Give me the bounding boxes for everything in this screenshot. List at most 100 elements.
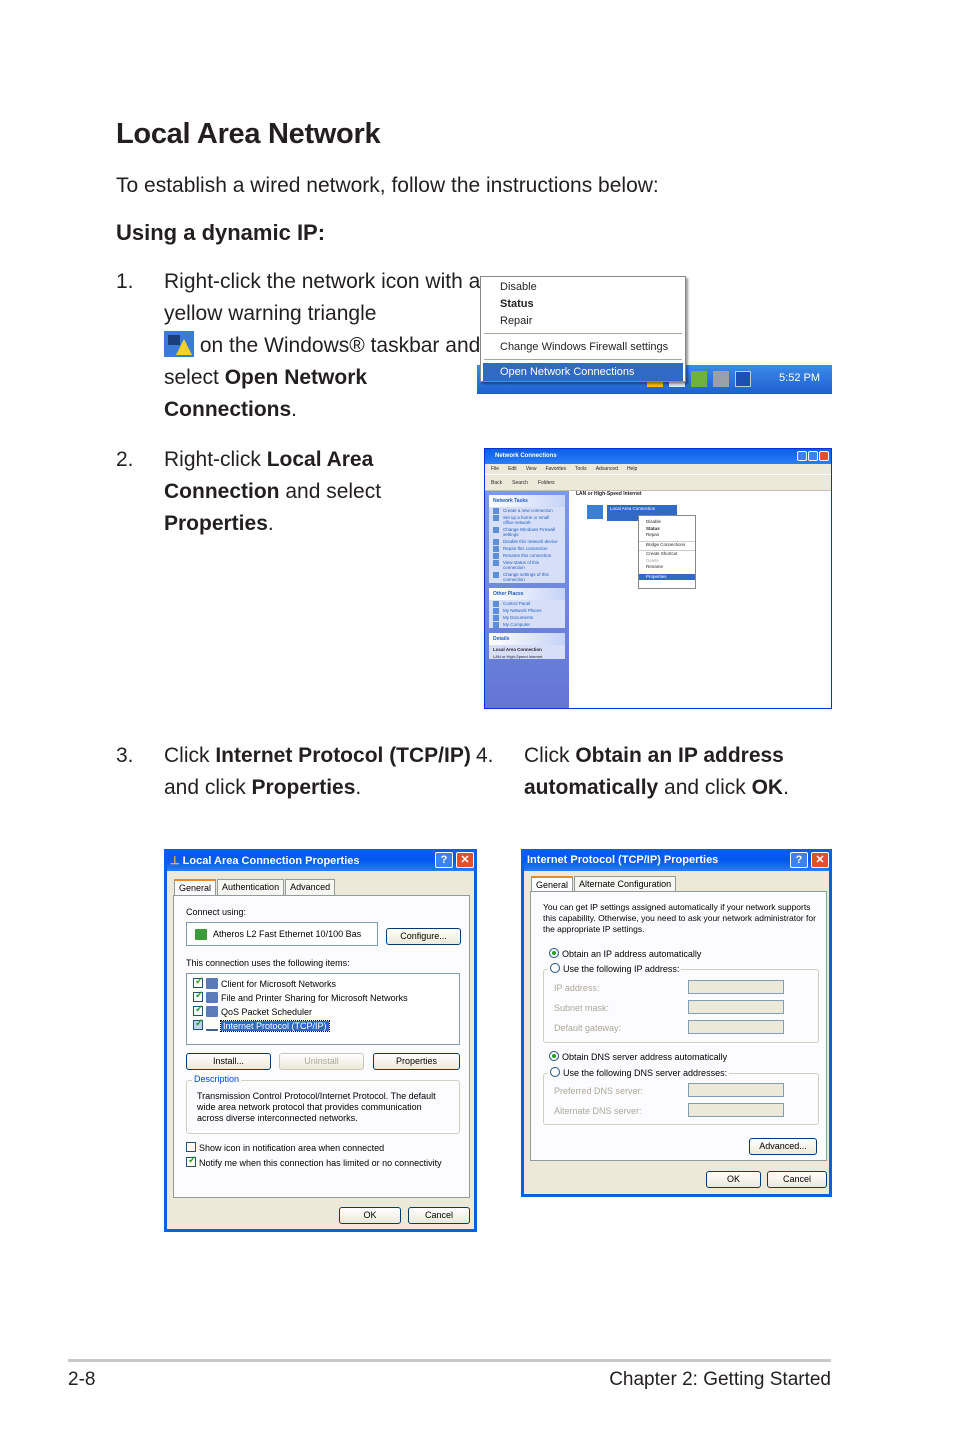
alternate-dns-field[interactable] bbox=[688, 1103, 784, 1117]
properties-button[interactable]: Properties bbox=[373, 1053, 460, 1070]
ip-address-field[interactable] bbox=[688, 980, 784, 994]
list-item-selected[interactable]: Internet Protocol (TCP/IP) bbox=[193, 1018, 330, 1032]
panel-header[interactable]: Other Places bbox=[489, 588, 565, 600]
toolbar: Back Search Folders bbox=[485, 474, 831, 491]
subnet-field[interactable] bbox=[688, 1000, 784, 1014]
close-button[interactable]: ✕ bbox=[811, 852, 829, 868]
tab-advanced[interactable]: Advanced bbox=[285, 879, 336, 895]
step-2: 2. Right-click Local Area Connection and… bbox=[116, 444, 416, 544]
configure-button[interactable]: Configure... bbox=[386, 928, 461, 945]
connection-icon[interactable] bbox=[587, 505, 603, 519]
panel-header[interactable]: Network Tasks bbox=[489, 495, 565, 507]
menu-item[interactable]: Create Shortcut bbox=[639, 550, 695, 558]
tab-general[interactable]: General bbox=[174, 879, 217, 895]
notify-option[interactable]: Notify me when this connection has limit… bbox=[186, 1155, 442, 1168]
sync-icon[interactable] bbox=[691, 371, 707, 387]
obtain-dns-option[interactable]: Obtain DNS server address automatically bbox=[549, 1051, 727, 1062]
folders-button[interactable]: Folders bbox=[538, 480, 555, 486]
install-button[interactable]: Install... bbox=[186, 1053, 271, 1070]
gateway-field[interactable] bbox=[688, 1020, 784, 1034]
item-checkbox[interactable] bbox=[193, 990, 203, 1002]
task-link[interactable]: Rename this connection bbox=[489, 552, 565, 559]
menu-advanced[interactable]: Advanced bbox=[596, 466, 618, 472]
cancel-button[interactable]: Cancel bbox=[767, 1171, 827, 1188]
menu-file[interactable]: File bbox=[491, 466, 499, 472]
use-dns-option[interactable]: Use the following DNS server addresses: bbox=[548, 1067, 730, 1078]
place-link[interactable]: My Documents bbox=[489, 614, 565, 621]
show-icon-option[interactable]: Show icon in notification area when conn… bbox=[186, 1142, 384, 1153]
obtain-ip-option[interactable]: Obtain an IP address automatically bbox=[549, 948, 701, 959]
step-number: 4. bbox=[476, 744, 494, 767]
gateway-label: Default gateway: bbox=[554, 1023, 622, 1033]
task-link[interactable]: View status of this connection bbox=[489, 559, 565, 571]
ok-button[interactable]: OK bbox=[339, 1207, 401, 1224]
uninstall-button[interactable]: Uninstall bbox=[279, 1053, 364, 1070]
place-link[interactable]: My Network Places bbox=[489, 607, 565, 614]
task-link[interactable]: Change settings of this connection bbox=[489, 571, 565, 583]
tab-authentication[interactable]: Authentication bbox=[217, 879, 285, 895]
back-button[interactable]: Back bbox=[491, 480, 502, 486]
use-ip-option[interactable]: Use the following IP address: bbox=[548, 963, 682, 974]
item-checkbox[interactable] bbox=[193, 976, 203, 988]
menu-edit[interactable]: Edit bbox=[508, 466, 517, 472]
obtain-dns-radio[interactable] bbox=[549, 1051, 559, 1061]
step-1: 1. Right-click the network icon with a y… bbox=[116, 266, 486, 431]
network-card-icon bbox=[195, 929, 207, 940]
menu-item-status[interactable]: Status bbox=[500, 298, 534, 310]
list-item[interactable]: Client for Microsoft Networks bbox=[193, 976, 336, 989]
tab-alternate-configuration[interactable]: Alternate Configuration bbox=[574, 876, 677, 892]
task-link[interactable]: Disable this network device bbox=[489, 538, 565, 545]
task-link[interactable]: Repair this connection bbox=[489, 545, 565, 552]
preferred-dns-field[interactable] bbox=[688, 1083, 784, 1097]
menu-item-repair[interactable]: Repair bbox=[500, 315, 532, 327]
step-number: 3. bbox=[116, 744, 134, 767]
task-link[interactable]: Create a new connection bbox=[489, 507, 565, 514]
menu-item-open-network-connections[interactable]: Open Network Connections bbox=[483, 363, 683, 381]
alternate-dns-label: Alternate DNS server: bbox=[554, 1106, 642, 1116]
menu-item-firewall[interactable]: Change Windows Firewall settings bbox=[500, 341, 668, 353]
ok-button[interactable]: OK bbox=[706, 1171, 761, 1188]
tab-general[interactable]: General bbox=[531, 876, 574, 892]
menu-tools[interactable]: Tools bbox=[575, 466, 587, 472]
menu-view[interactable]: View bbox=[526, 466, 537, 472]
help-button[interactable]: ? bbox=[790, 852, 808, 868]
close-button[interactable] bbox=[819, 451, 829, 461]
use-ip-radio[interactable] bbox=[550, 963, 560, 973]
menu-item-properties[interactable]: Properties bbox=[639, 573, 695, 580]
step-number: 2. bbox=[116, 448, 134, 471]
computer-icon[interactable] bbox=[713, 371, 729, 387]
item-checkbox[interactable] bbox=[193, 1018, 203, 1030]
place-link[interactable]: My Computer bbox=[489, 621, 565, 628]
clock: 5:52 PM bbox=[779, 372, 820, 384]
notify-checkbox[interactable] bbox=[186, 1155, 196, 1167]
task-pane: Network Tasks Create a new connection Se… bbox=[485, 491, 569, 708]
menu-item[interactable]: Bridge Connections bbox=[639, 540, 695, 549]
other-places-panel: Other Places Control Panel My Network Pl… bbox=[489, 588, 565, 628]
list-item[interactable]: File and Printer Sharing for Microsoft N… bbox=[193, 990, 408, 1003]
info-text: You can get IP settings assigned automat… bbox=[543, 902, 816, 934]
place-link[interactable]: Control Panel bbox=[489, 600, 565, 607]
cancel-button[interactable]: Cancel bbox=[408, 1207, 470, 1224]
help-button[interactable]: ? bbox=[435, 852, 453, 868]
menu-item[interactable]: Rename bbox=[639, 564, 695, 571]
list-item[interactable]: QoS Packet Scheduler bbox=[193, 1004, 312, 1017]
menu-item-disable[interactable]: Disable bbox=[500, 281, 537, 293]
advanced-button[interactable]: Advanced... bbox=[749, 1138, 817, 1155]
menu-help[interactable]: Help bbox=[627, 466, 637, 472]
app-icon[interactable] bbox=[735, 371, 751, 387]
close-button[interactable]: ✕ bbox=[456, 852, 474, 868]
panel-header[interactable]: Details bbox=[489, 633, 565, 645]
item-checkbox[interactable] bbox=[193, 1004, 203, 1016]
task-link[interactable]: Change Windows Firewall settings bbox=[489, 526, 565, 538]
obtain-ip-radio[interactable] bbox=[549, 948, 559, 958]
client-icon bbox=[206, 978, 218, 989]
menu-item[interactable]: Repair bbox=[639, 532, 695, 539]
dialog-titlebar: Internet Protocol (TCP/IP) Properties ? … bbox=[524, 849, 829, 871]
minimize-button[interactable] bbox=[797, 451, 807, 461]
search-button[interactable]: Search bbox=[512, 480, 528, 486]
menu-favorites[interactable]: Favorites bbox=[545, 466, 566, 472]
maximize-button[interactable] bbox=[808, 451, 818, 461]
use-dns-radio[interactable] bbox=[550, 1067, 560, 1077]
show-icon-checkbox[interactable] bbox=[186, 1142, 196, 1152]
task-link[interactable]: Set up a home or small office network bbox=[489, 514, 565, 526]
